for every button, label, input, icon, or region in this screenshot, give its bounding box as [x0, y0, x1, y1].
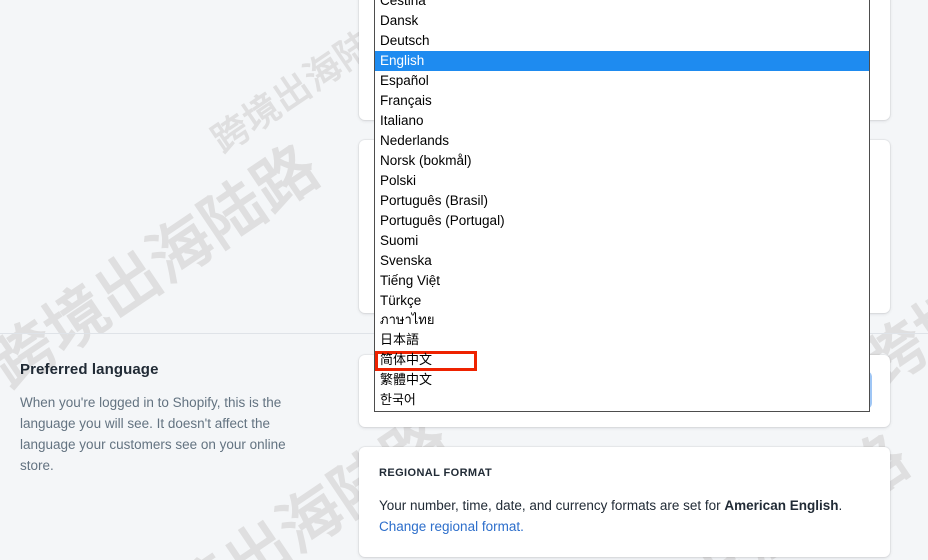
language-option[interactable]: 繁體中文 [375, 371, 869, 391]
regional-format-heading: REGIONAL FORMAT [379, 467, 493, 479]
settings-page: Preferred language When you're logged in… [0, 0, 928, 560]
language-option[interactable]: ภาษาไทย [375, 311, 869, 331]
language-option[interactable]: 日本語 [375, 331, 869, 351]
regional-format-description-suffix: . [838, 498, 843, 513]
language-option[interactable]: Norsk (bokmål) [375, 151, 869, 171]
language-option[interactable]: Nederlands [375, 131, 869, 151]
regional-format-description-prefix: Your number, time, date, and currency fo… [379, 498, 725, 513]
language-option[interactable]: Português (Portugal) [375, 211, 869, 231]
language-option[interactable]: Čeština [375, 0, 869, 11]
language-option[interactable]: Polski [375, 171, 869, 191]
language-option[interactable]: Deutsch [375, 31, 869, 51]
change-regional-format-link[interactable]: Change regional format. [379, 519, 524, 534]
regional-format-description: Your number, time, date, and currency fo… [379, 495, 870, 537]
language-option[interactable]: English [375, 51, 869, 71]
language-option[interactable]: Türkçe [375, 291, 869, 311]
language-option[interactable]: Dansk [375, 11, 869, 31]
preferred-language-info: Preferred language When you're logged in… [20, 361, 320, 476]
language-option[interactable]: Tiếng Việt [375, 271, 869, 291]
language-option[interactable]: Français [375, 91, 869, 111]
language-option[interactable]: Italiano [375, 111, 869, 131]
regional-format-value: American English [724, 498, 839, 513]
language-option[interactable]: Suomi [375, 231, 869, 251]
card-regional-format: REGIONAL FORMAT Your number, time, date,… [359, 447, 890, 557]
preferred-language-listbox[interactable]: Čeština Dansk Deutsch English Español Françai… [374, 0, 870, 412]
language-option[interactable]: Svenska [375, 251, 869, 271]
language-option[interactable]: Português (Brasil) [375, 191, 869, 211]
preferred-language-description: When you're logged in to Shopify, this i… [20, 395, 286, 473]
page-title: Preferred language [20, 361, 159, 378]
regional-format-body: REGIONAL FORMAT Your number, time, date,… [359, 447, 890, 557]
language-option[interactable]: 简体中文 [375, 351, 477, 371]
language-option[interactable]: Español [375, 71, 869, 91]
language-option[interactable]: 한국어 [375, 391, 869, 411]
